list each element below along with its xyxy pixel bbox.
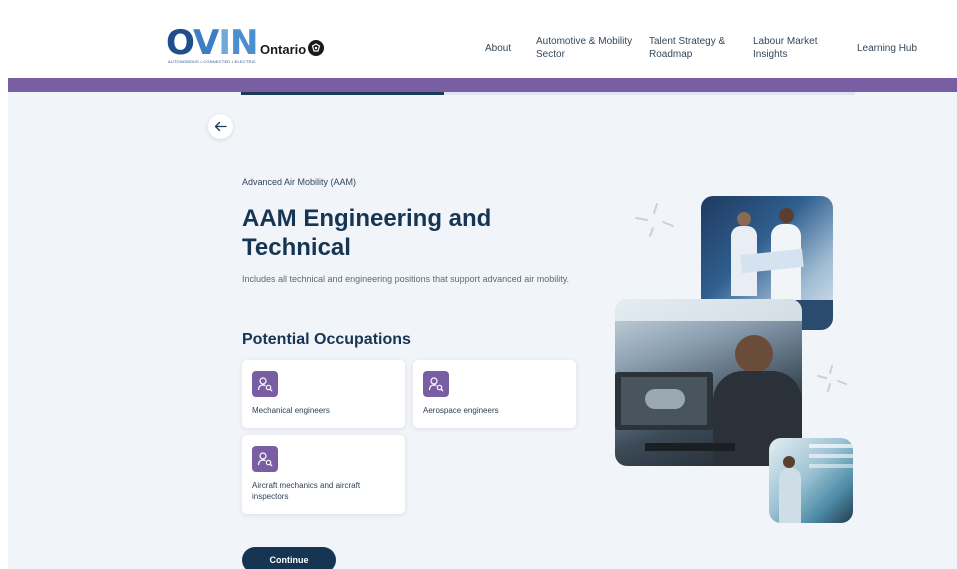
site-header: OVIN AUTONOMOUS • CONNECTED • ELECTRIC O… bbox=[8, 10, 957, 78]
page-title: AAM Engineering and Technical bbox=[242, 205, 492, 261]
trillium-icon bbox=[308, 40, 324, 56]
occupation-label: Mechanical engineers bbox=[252, 406, 330, 415]
sparkle-decoration bbox=[635, 203, 674, 237]
person-search-icon bbox=[252, 446, 278, 472]
occupation-card[interactable]: Aerospace engineers bbox=[413, 360, 576, 428]
ontario-logo-text[interactable]: Ontario bbox=[260, 42, 306, 57]
ovin-logo-wordmark: OVIN bbox=[166, 23, 258, 63]
sparkle-decoration bbox=[817, 365, 847, 392]
nav-learning-hub[interactable]: Learning Hub bbox=[857, 42, 917, 55]
nav-talent-strategy-roadmap[interactable]: Talent Strategy & Roadmap bbox=[649, 35, 739, 61]
continue-button[interactable]: Continue bbox=[242, 547, 336, 569]
header-accent-bar bbox=[8, 78, 957, 92]
nav-automotive-mobility-sector[interactable]: Automotive & Mobility Sector bbox=[536, 35, 636, 61]
page-description: Includes all technical and engineering p… bbox=[242, 274, 570, 284]
category-breadcrumb: Advanced Air Mobility (AAM) bbox=[242, 177, 357, 187]
person-search-icon bbox=[252, 371, 278, 397]
person-search-icon bbox=[423, 371, 449, 397]
occupation-label: Aerospace engineers bbox=[423, 406, 499, 415]
back-button[interactable] bbox=[208, 114, 233, 139]
occupation-card[interactable]: Aircraft mechanics and aircraft inspecto… bbox=[242, 435, 405, 514]
progress-fill bbox=[241, 92, 444, 95]
arrow-left-icon bbox=[214, 121, 227, 132]
digital-display-photo bbox=[769, 438, 853, 523]
occupation-card[interactable]: Mechanical engineers bbox=[242, 360, 405, 428]
ovin-logo-tagline: AUTONOMOUS • CONNECTED • ELECTRIC bbox=[168, 59, 257, 64]
nav-labour-market-insights[interactable]: Labour Market Insights bbox=[753, 35, 833, 61]
occupations-heading: Potential Occupations bbox=[242, 331, 411, 348]
occupation-label: Aircraft mechanics and aircraft inspecto… bbox=[252, 481, 361, 501]
page: OVIN AUTONOMOUS • CONNECTED • ELECTRIC O… bbox=[8, 10, 957, 569]
ovin-logo[interactable]: OVIN AUTONOMOUS • CONNECTED • ELECTRIC bbox=[166, 26, 258, 66]
nav-about[interactable]: About bbox=[485, 42, 511, 55]
